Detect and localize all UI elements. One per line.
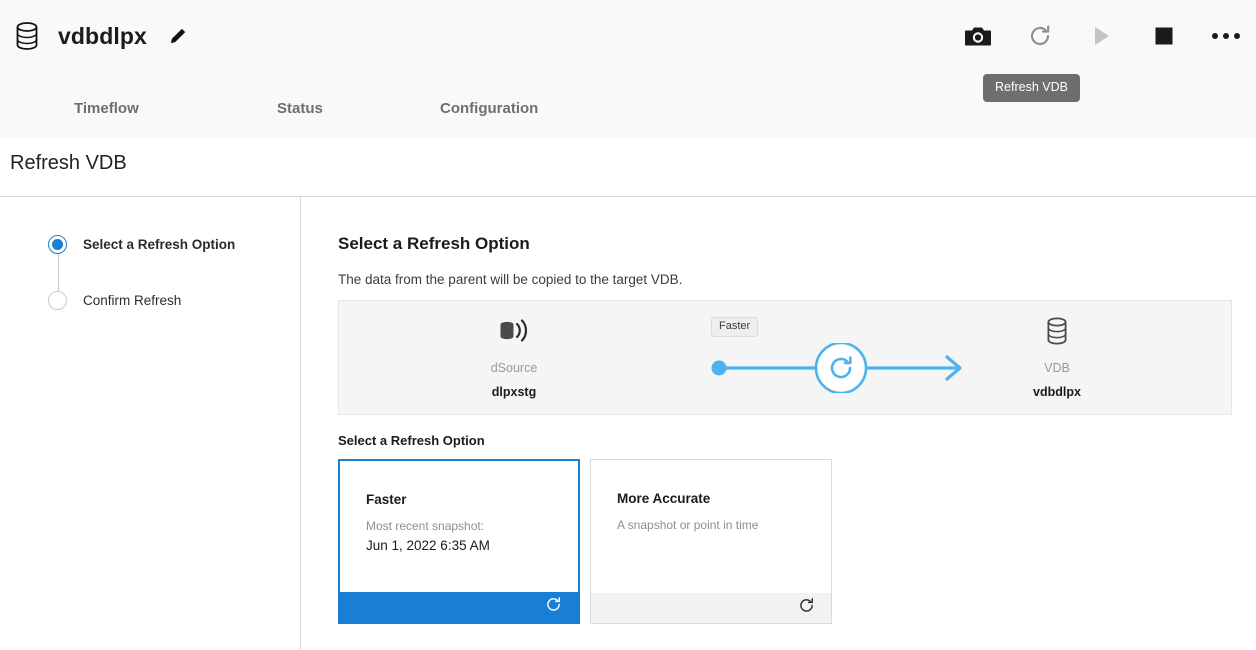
database-cylinder-icon — [982, 314, 1132, 348]
section-description: The data from the parent will be copied … — [338, 273, 682, 287]
stepper-item-confirm-refresh[interactable]: Confirm Refresh — [48, 291, 181, 310]
object-title-row: vdbdlpx — [14, 21, 189, 51]
refresh-icon[interactable] — [545, 596, 562, 618]
diagram-node-target: VDB vdbdlpx — [982, 314, 1132, 398]
start-button[interactable] — [1088, 22, 1116, 50]
refresh-circle-icon — [711, 343, 971, 393]
refresh-option-card-faster[interactable]: Faster Most recent snapshot: Jun 1, 2022… — [338, 459, 580, 624]
diagram-node-type: dSource — [439, 362, 589, 375]
tab-configuration[interactable]: Configuration — [440, 101, 538, 116]
stop-button[interactable] — [1150, 22, 1178, 50]
section-heading: Select a Refresh Option — [338, 235, 530, 252]
app-header: vdbdlpx — [0, 0, 1256, 138]
card-title: More Accurate — [617, 492, 831, 506]
card-value: Jun 1, 2022 6:35 AM — [366, 538, 578, 554]
dsource-broadcast-icon — [439, 314, 589, 348]
refresh-icon[interactable] — [798, 597, 815, 619]
step-indicator-active-icon — [48, 235, 67, 254]
page-title: Refresh VDB — [10, 151, 127, 175]
options-heading: Select a Refresh Option — [338, 434, 485, 447]
ellipsis-icon — [1212, 33, 1240, 39]
pencil-icon[interactable] — [167, 25, 189, 47]
card-body: Faster Most recent snapshot: Jun 1, 2022… — [340, 461, 578, 592]
diagram-flow-connector: Faster — [711, 343, 971, 393]
diagram-node-type: VDB — [982, 362, 1132, 375]
refresh-option-cards: Faster Most recent snapshot: Jun 1, 2022… — [338, 459, 832, 624]
snapshot-button[interactable] — [964, 22, 992, 50]
card-subtitle: A snapshot or point in time — [617, 519, 831, 533]
stepper-connector-line — [58, 253, 59, 293]
card-footer — [340, 592, 578, 622]
more-actions-button[interactable] — [1212, 22, 1240, 50]
card-footer — [591, 593, 831, 623]
refresh-button[interactable] — [1026, 22, 1054, 50]
refresh-vdb-page: vdbdlpx — [0, 0, 1256, 650]
step-indicator-icon — [48, 291, 67, 310]
card-subtitle: Most recent snapshot: — [366, 520, 578, 534]
database-cylinder-icon — [14, 21, 40, 51]
header-toolbar — [964, 22, 1240, 50]
refresh-vdb-tooltip: Refresh VDB — [983, 74, 1080, 102]
diagram-operation-badge: Faster — [711, 317, 758, 337]
stepper-item-label: Confirm Refresh — [83, 294, 181, 308]
tab-status[interactable]: Status — [277, 101, 323, 116]
stepper-item-select-refresh-option[interactable]: Select a Refresh Option — [48, 235, 235, 254]
refresh-flow-diagram: dSource dlpxstg Faster — [338, 300, 1232, 415]
tab-timeflow[interactable]: Timeflow — [74, 101, 139, 116]
diagram-node-source: dSource dlpxstg — [439, 314, 589, 398]
card-body: More Accurate A snapshot or point in tim… — [591, 460, 831, 593]
page-body: Select a Refresh Option Confirm Refresh … — [0, 197, 1256, 650]
stepper-item-label: Select a Refresh Option — [83, 238, 235, 252]
card-title: Faster — [366, 493, 578, 507]
refresh-option-card-more-accurate[interactable]: More Accurate A snapshot or point in tim… — [590, 459, 832, 624]
page-object-title: vdbdlpx — [58, 25, 147, 48]
diagram-node-name: dlpxstg — [439, 386, 589, 399]
diagram-node-name: vdbdlpx — [982, 386, 1132, 399]
sidebar-divider — [300, 197, 301, 650]
